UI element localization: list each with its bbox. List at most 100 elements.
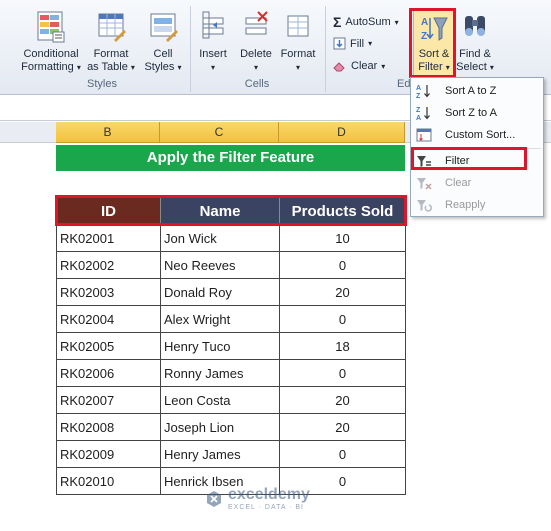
column-header-a[interactable]: [0, 122, 56, 143]
conditional-formatting-button[interactable]: Conditional Formatting ▾: [16, 10, 86, 74]
cell-id[interactable]: RK02010: [56, 467, 161, 495]
fill-label: Fill: [350, 37, 365, 50]
cell-products-sold[interactable]: 10: [279, 224, 406, 252]
cell-products-sold[interactable]: 20: [279, 386, 406, 414]
exceldemy-logo-icon: [207, 490, 221, 507]
clear-filter-icon: [417, 178, 432, 190]
cell-name[interactable]: Neo Reeves: [160, 251, 280, 279]
format-as-table-icon: [98, 13, 126, 42]
cell-products-sold[interactable]: 20: [279, 278, 406, 306]
column-header-b[interactable]: B: [56, 122, 160, 143]
menu-label-sort-a-to-z: Sort A to Z: [445, 85, 497, 97]
menu-label-custom-sort: Custom Sort...: [445, 129, 516, 141]
cell-name[interactable]: Ronny James: [160, 359, 280, 387]
group-divider: [325, 6, 326, 92]
cell-id[interactable]: RK02004: [56, 305, 161, 333]
format-label: Format: [280, 48, 316, 60]
eraser-icon: [333, 62, 345, 72]
header-id[interactable]: ID: [56, 197, 161, 225]
styles-group-label: Styles: [87, 78, 117, 90]
menu-item-custom-sort[interactable]: Custom Sort...: [411, 125, 543, 145]
column-header-c[interactable]: C: [160, 122, 279, 143]
menu-item-sort-a-to-z[interactable]: A Z Sort A to Z: [411, 81, 543, 101]
fill-button[interactable]: Fill ▾: [333, 37, 372, 50]
menu-item-sort-z-to-a[interactable]: Z A Sort Z to A: [411, 103, 543, 123]
cell-styles-label-1: Cell: [153, 48, 173, 60]
clear-button[interactable]: Clear ▾: [333, 60, 385, 72]
cell-id[interactable]: RK02001: [56, 224, 161, 252]
cell-name[interactable]: Alex Wright: [160, 305, 280, 333]
cell-products-sold[interactable]: 18: [279, 332, 406, 360]
cell-id[interactable]: RK02005: [56, 332, 161, 360]
table-row: RK02006 Ronny James 0: [56, 359, 406, 387]
svg-text:A: A: [416, 85, 421, 92]
find-select-label-2: Select: [456, 61, 487, 73]
cell-id[interactable]: RK02002: [56, 251, 161, 279]
autosum-label: AutoSum: [345, 16, 391, 28]
table-row: RK02005 Henry Tuco 18: [56, 332, 406, 360]
cell-name[interactable]: Henry James: [160, 440, 280, 468]
clear-label: Clear: [351, 60, 378, 72]
cell-name[interactable]: Leon Costa: [160, 386, 280, 414]
sort-filter-label-1: Sort &: [418, 48, 450, 60]
conditional-formatting-label-1: Conditional: [23, 48, 79, 60]
cell-name[interactable]: Henry Tuco: [160, 332, 280, 360]
cell-id[interactable]: RK02006: [56, 359, 161, 387]
cell-products-sold[interactable]: 0: [279, 251, 406, 279]
cell-products-sold[interactable]: 20: [279, 413, 406, 441]
format-as-table-button[interactable]: Format as Table ▾: [86, 10, 136, 74]
cell-id[interactable]: RK02009: [56, 440, 161, 468]
cell-id[interactable]: RK02007: [56, 386, 161, 414]
delete-button[interactable]: Delete ▾: [236, 10, 276, 74]
table-row: RK02009 Henry James 0: [56, 440, 406, 468]
cell-products-sold[interactable]: 0: [279, 305, 406, 333]
fill-down-icon: [333, 37, 346, 50]
menu-label-filter: Filter: [445, 155, 470, 167]
group-divider: [190, 6, 191, 92]
cell-name[interactable]: Jon Wick: [160, 224, 280, 252]
watermark-name: exceldemy: [228, 486, 310, 503]
insert-cells-icon: [202, 11, 224, 39]
delete-cells-icon: [245, 11, 268, 35]
table-row: RK02008 Joseph Lion 20: [56, 413, 406, 441]
cell-name[interactable]: Joseph Lion: [160, 413, 280, 441]
insert-label: Insert: [199, 48, 227, 60]
menu-separator: [441, 148, 541, 149]
menu-label-sort-z-to-a: Sort Z to A: [445, 107, 497, 119]
insert-button[interactable]: Insert ▾: [194, 10, 232, 74]
sort-filter-icon: A Z: [421, 17, 448, 42]
format-button[interactable]: Format ▾: [278, 10, 318, 74]
menu-item-filter[interactable]: Filter: [411, 151, 543, 171]
svg-text:Z: Z: [416, 107, 421, 114]
autosum-button[interactable]: Σ AutoSum ▾: [333, 14, 399, 30]
sort-descending-icon: Z A: [416, 107, 430, 121]
table-row: RK02003 Donald Roy 20: [56, 278, 406, 306]
custom-sort-icon: [416, 128, 432, 142]
find-select-button[interactable]: Find & Select ▾: [455, 10, 495, 74]
column-header-d[interactable]: D: [279, 122, 405, 143]
cell-id[interactable]: RK02003: [56, 278, 161, 306]
conditional-formatting-label-2: Formatting: [21, 61, 74, 73]
find-select-label-1: Find &: [459, 48, 491, 60]
sheet-title: Apply the Filter Feature: [56, 145, 405, 171]
menu-label-reapply: Reapply: [445, 199, 486, 211]
table-header-row: ID Name Products Sold: [56, 197, 406, 225]
menu-item-reapply[interactable]: Reapply: [411, 195, 543, 215]
cell-name[interactable]: Donald Roy: [160, 278, 280, 306]
cell-id[interactable]: RK02008: [56, 413, 161, 441]
cell-products-sold[interactable]: 0: [279, 440, 406, 468]
header-products-sold[interactable]: Products Sold: [279, 197, 406, 225]
table-row: RK02007 Leon Costa 20: [56, 386, 406, 414]
menu-item-clear[interactable]: Clear: [411, 173, 543, 193]
header-name[interactable]: Name: [160, 197, 280, 225]
cell-styles-button[interactable]: Cell Styles ▾: [140, 10, 186, 74]
sort-filter-button[interactable]: A Z Sort & Filter ▾: [413, 10, 455, 76]
delete-label: Delete: [240, 48, 272, 60]
conditional-formatting-icon: [37, 11, 65, 43]
table-row: RK02001 Jon Wick 10: [56, 224, 406, 252]
reapply-filter-icon: [417, 200, 432, 212]
sigma-icon: Σ: [333, 14, 342, 30]
svg-text:A: A: [416, 115, 421, 121]
cell-products-sold[interactable]: 0: [279, 359, 406, 387]
format-as-table-label-2: as Table: [87, 61, 128, 73]
